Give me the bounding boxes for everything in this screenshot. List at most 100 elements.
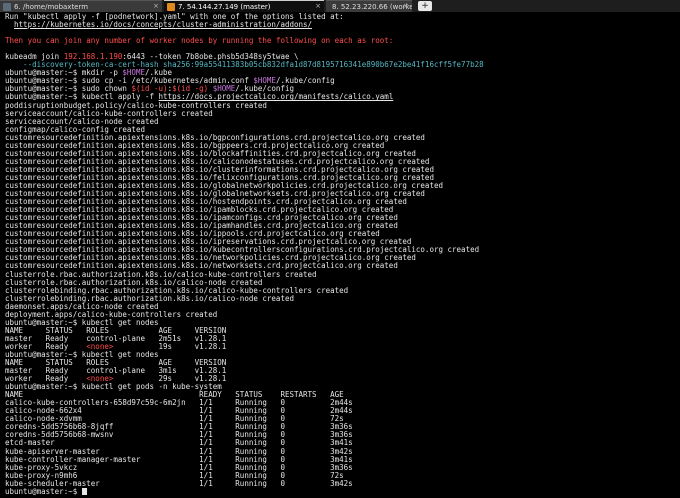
- tab-label: 8. 52.23.220.66 (worker): [332, 2, 412, 11]
- join-hash: --discovery-token-ca-cert-hash sha256:99…: [5, 61, 484, 70]
- close-icon[interactable]: ×: [315, 2, 321, 10]
- tab-bar: 6. /home/mobaxterm × 7. 54.144.27.149 (m…: [0, 0, 680, 12]
- command-text: kubectl apply -f: [81, 93, 159, 102]
- output-line: customresourcedefinition.apiextensions.k…: [5, 157, 430, 166]
- nodes-header: NAME STATUS ROLES AGE VERSION: [5, 359, 227, 368]
- output-line: clusterrole.rbac.authorization.k8s.io/ca…: [5, 270, 317, 279]
- output-line: customresourcedefinition.apiextensions.k…: [5, 230, 380, 239]
- terminal-line: --discovery-token-ca-cert-hash sha256:99…: [5, 61, 675, 69]
- prompt-line: ubuntu@master:~$ mkdir -p $HOME/.kube: [5, 69, 675, 77]
- terminal-icon: [3, 2, 11, 11]
- tab-mobaxterm-home[interactable]: 6. /home/mobaxterm ×: [0, 0, 162, 12]
- command-text: sudo chown: [81, 85, 132, 94]
- tab-label: 7. 54.144.27.149 (master): [178, 2, 271, 11]
- terminal-line: Run "kubectl apply -f [podnetwork].yaml"…: [5, 13, 344, 21]
- calico-manifest-link[interactable]: https://docs.projectcalico.org/manifests…: [159, 93, 394, 101]
- node-role-none: <none>: [86, 375, 114, 384]
- join-token: :6443 --token 7b8obe.phsb5d348sy5twae \: [122, 53, 299, 62]
- shell-prompt: ubuntu@master:~$: [5, 383, 82, 392]
- output-line: clusterrole.rbac.authorization.k8s.io/ca…: [5, 278, 263, 287]
- prompt-line: ubuntu@master:~$ sudo cp -i /etc/kuberne…: [5, 77, 675, 85]
- close-icon[interactable]: ×: [153, 2, 159, 10]
- pod-row: calico-kube-controllers-658d97c59c-6m2jn…: [5, 399, 353, 408]
- node-cells: master Ready control-plane: [5, 334, 159, 343]
- home-variable: $HOME: [122, 69, 145, 78]
- join-command: kubeadm join: [5, 53, 64, 62]
- id-g-subshell: $(id -g): [172, 85, 209, 94]
- terminal-line: Then you can join any number of worker n…: [5, 37, 675, 45]
- node-cells: 29s v1.28.1: [113, 375, 227, 384]
- output-line: serviceaccount/calico-kube-controllers c…: [5, 109, 213, 118]
- output-line: customresourcedefinition.apiextensions.k…: [5, 181, 443, 190]
- output-line: customresourcedefinition.apiextensions.k…: [5, 165, 434, 174]
- output-line: customresourcedefinition.apiextensions.k…: [5, 190, 425, 199]
- shell-prompt: ubuntu@master:~$: [5, 77, 82, 86]
- output-line: customresourcedefinition.apiextensions.k…: [5, 198, 407, 207]
- node-cells: 2m51s v1.28.1: [158, 334, 227, 343]
- ssh-icon: [167, 2, 175, 11]
- node-cells: 3m1s v1.28.1: [158, 367, 227, 376]
- shell-prompt: ubuntu@master:~$: [5, 69, 82, 78]
- command-text: mkdir -p: [81, 69, 123, 78]
- pod-row: kube-controller-manager-master 1/1 Runni…: [5, 455, 353, 464]
- close-icon[interactable]: ×: [403, 2, 409, 10]
- shell-prompt: ubuntu@master:~$: [5, 318, 82, 327]
- addons-link[interactable]: https://kubernetes.io/docs/concepts/clus…: [14, 21, 312, 29]
- pod-row: calico-node-xdvmm 1/1 Running 0 72s: [5, 415, 344, 424]
- pods-header: NAME READY STATUS RESTARTS AGE: [5, 391, 344, 400]
- output-line: clusterrolebinding.rbac.authorization.k8…: [5, 294, 294, 303]
- tab-worker[interactable]: 8. 52.23.220.66 (worker) ×: [326, 0, 412, 12]
- pod-row: calico-node-662x4 1/1 Running 0 2m44s: [5, 407, 353, 416]
- tab-label: 6. /home/mobaxterm: [14, 2, 89, 11]
- pod-row: kube-proxy-n9mh6 1/1 Running 0 72s: [5, 471, 344, 480]
- output-line: serviceaccount/calico-node created: [5, 117, 159, 126]
- node-row: worker Ready <none> 19s v1.28.1: [5, 343, 675, 351]
- output-line: customresourcedefinition.apiextensions.k…: [5, 141, 385, 150]
- terminal-output[interactable]: Run "kubectl apply -f [podnetwork].yaml"…: [0, 12, 680, 498]
- output-line: customresourcedefinition.apiextensions.k…: [5, 173, 434, 182]
- prompt-line: ubuntu@master:~$ kubectl get nodes: [5, 319, 675, 327]
- command-text: kubectl get nodes: [81, 350, 159, 359]
- terminal-line: https://kubernetes.io/docs/concepts/clus…: [5, 21, 675, 29]
- command-text: kubectl get nodes: [81, 318, 159, 327]
- node-cells: master Ready control-plane: [5, 367, 159, 376]
- prompt-line[interactable]: ubuntu@master:~$: [5, 487, 675, 496]
- node-cells: worker Ready: [5, 342, 87, 351]
- output-line: customresourcedefinition.apiextensions.k…: [5, 246, 480, 255]
- home-variable: $HOME: [212, 85, 236, 94]
- pod-row: kube-scheduler-master 1/1 Running 0 3m42…: [5, 479, 353, 488]
- output-line: poddisruptionbudget.policy/calico-kube-c…: [5, 101, 267, 110]
- prompt-line: ubuntu@master:~$ sudo chown $(id -u):$(i…: [5, 85, 675, 93]
- pod-row: coredns-5dd5756b68-8jqff 1/1 Running 0 3…: [5, 423, 353, 432]
- output-line: customresourcedefinition.apiextensions.k…: [5, 254, 416, 263]
- command-text: sudo cp -i /etc/kubernetes/admin.conf: [81, 77, 254, 86]
- output-line: customresourcedefinition.apiextensions.k…: [5, 222, 398, 231]
- node-role-none: <none>: [86, 342, 114, 351]
- output-line: configmap/calico-config created: [5, 125, 145, 134]
- shell-prompt: ubuntu@master:~$: [5, 85, 82, 94]
- prompt-line: ubuntu@master:~$ kubectl get pods -n kub…: [5, 383, 675, 391]
- shell-prompt: ubuntu@master:~$: [5, 487, 82, 496]
- shell-prompt: ubuntu@master:~$: [5, 350, 82, 359]
- pod-row: coredns-5dd5756b68-mwsnv 1/1 Running 0 3…: [5, 431, 353, 440]
- prompt-line: ubuntu@master:~$ kubectl apply -f https:…: [5, 93, 675, 101]
- output-line: customresourcedefinition.apiextensions.k…: [5, 238, 412, 247]
- join-ip: 192.168.1.190: [63, 53, 123, 62]
- terminal-cursor: [81, 487, 87, 495]
- output-line: clusterrolebinding.rbac.authorization.k8…: [5, 286, 349, 295]
- tab-master[interactable]: 7. 54.144.27.149 (master) ×: [164, 0, 324, 12]
- prompt-line: ubuntu@master:~$ kubectl get nodes: [5, 351, 675, 359]
- output-line: deployment.apps/calico-kube-controllers …: [5, 310, 218, 319]
- command-text: kubectl get pods -n kube-system: [81, 383, 222, 392]
- apply-output: poddisruptionbudget.policy/calico-kube-c…: [5, 102, 675, 319]
- node-cells: worker Ready: [5, 375, 87, 384]
- output-line: customresourcedefinition.apiextensions.k…: [5, 149, 416, 158]
- output-line: customresourcedefinition.apiextensions.k…: [5, 214, 398, 223]
- command-text: /.kube: [144, 69, 173, 78]
- id-u-subshell: $(id -u): [131, 85, 168, 94]
- worker-join-intro: Then you can join any number of worker n…: [5, 37, 394, 46]
- output-line: customresourcedefinition.apiextensions.k…: [5, 206, 394, 215]
- home-variable: $HOME: [253, 77, 276, 86]
- new-tab-button[interactable]: +: [418, 1, 432, 11]
- command-text: /.kube/config: [235, 85, 294, 94]
